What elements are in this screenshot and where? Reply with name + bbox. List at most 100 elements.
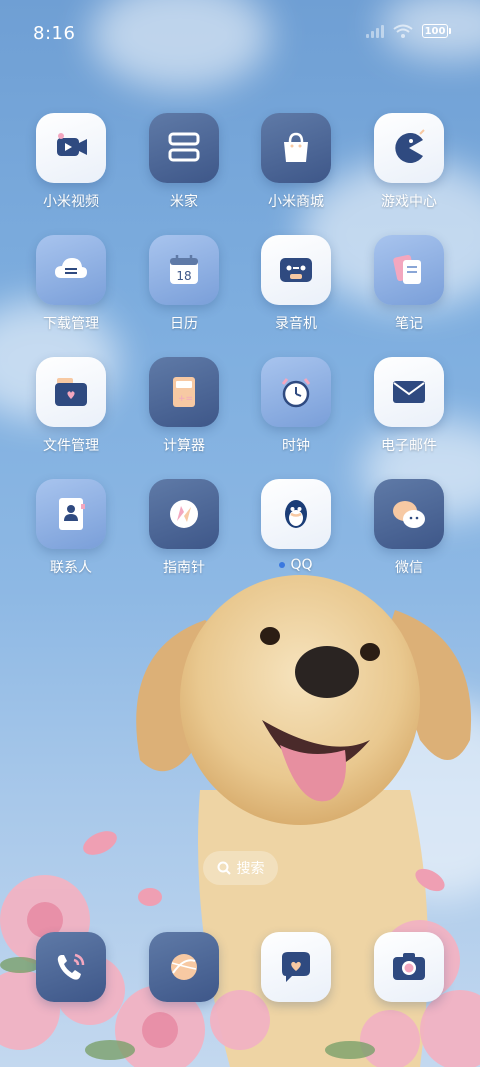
notes-app-icon[interactable] (374, 235, 444, 305)
phone-app-icon[interactable] (36, 932, 106, 1002)
cloud-download-icon (55, 258, 87, 278)
app-12[interactable]: 电子邮件 (359, 357, 459, 455)
app-label: 下载管理 (43, 313, 99, 333)
new-badge-dot (279, 562, 286, 568)
app-label-text: 笔记 (395, 316, 423, 332)
app-15[interactable]: QQ (246, 479, 346, 573)
app-label-text: 时钟 (282, 438, 310, 454)
search-icon (217, 861, 231, 875)
search-label: 搜索 (236, 861, 265, 877)
app-label-text: 计算器 (163, 438, 205, 454)
notes-icon (393, 254, 421, 284)
alarm-clock-app-icon[interactable] (261, 357, 331, 427)
calendar-day-number: 18 (176, 269, 191, 283)
calendar-icon: 18 (170, 255, 198, 284)
dock-item-3[interactable] (246, 932, 346, 1002)
app-label-text: 日历 (170, 316, 198, 332)
mijia-icon (168, 132, 200, 162)
shopping-bag-app-icon[interactable] (261, 113, 331, 183)
app-label-text: 下载管理 (43, 316, 99, 332)
app-11[interactable]: 时钟 (246, 357, 346, 455)
tape-recorder-app-icon[interactable] (261, 235, 331, 305)
app-label: 录音机 (275, 313, 317, 333)
app-label: 计算器 (163, 435, 205, 455)
battery-icon: 100 (422, 24, 451, 38)
video-camera-app-icon[interactable] (36, 113, 106, 183)
app-8[interactable]: 笔记 (359, 235, 459, 333)
mijia-app-icon[interactable] (149, 113, 219, 183)
app-label-text: 电子邮件 (381, 438, 437, 454)
pacman-icon (395, 129, 425, 163)
dock-item-1[interactable] (21, 932, 121, 1002)
app-label: 指南针 (163, 557, 205, 577)
contacts-app-icon[interactable] (36, 479, 106, 549)
app-label: 小米视频 (43, 191, 99, 211)
compass-icon (170, 500, 198, 528)
app-2[interactable]: 米家 (134, 113, 234, 211)
app-4[interactable]: 游戏中心 (359, 113, 459, 211)
app-label: 文件管理 (43, 435, 99, 455)
calendar-app-icon[interactable]: 18 (149, 235, 219, 305)
app-3[interactable]: 小米商城 (246, 113, 346, 211)
search-button[interactable]: 搜索 (203, 851, 278, 885)
app-label-text: 指南针 (163, 560, 205, 576)
calculator-app-icon[interactable]: += (149, 357, 219, 427)
app-label-text: 文件管理 (43, 438, 99, 454)
app-6[interactable]: 18 日历 (134, 235, 234, 333)
browser-icon (171, 954, 197, 980)
qq-penguin-app-icon[interactable] (261, 479, 331, 549)
shopping-bag-icon (284, 132, 308, 162)
app-label-text: QQ (290, 557, 313, 573)
mail-app-icon[interactable] (374, 357, 444, 427)
messages-icon (282, 952, 310, 982)
app-9[interactable]: 文件管理 (21, 357, 121, 455)
app-label: 小米商城 (268, 191, 324, 211)
signal-icon (366, 24, 384, 38)
app-label: 日历 (170, 313, 198, 333)
app-label-text: 游戏中心 (381, 194, 437, 210)
tape-recorder-icon (280, 258, 312, 282)
app-1[interactable]: 小米视频 (21, 113, 121, 211)
app-label-text: 录音机 (275, 316, 317, 332)
app-label: 米家 (170, 191, 198, 211)
app-label: 游戏中心 (381, 191, 437, 211)
alarm-clock-icon (281, 378, 311, 408)
pacman-app-icon[interactable] (374, 113, 444, 183)
wifi-icon (393, 24, 413, 38)
mail-icon (393, 381, 425, 403)
app-10[interactable]: += 计算器 (134, 357, 234, 455)
browser-app-icon[interactable] (149, 932, 219, 1002)
folder-icon (55, 378, 87, 406)
wechat-app-icon[interactable] (374, 479, 444, 549)
app-13[interactable]: 联系人 (21, 479, 121, 577)
video-camera-icon (57, 133, 87, 156)
camera-icon (393, 953, 425, 980)
app-label-text: 联系人 (50, 560, 92, 576)
app-5[interactable]: 下载管理 (21, 235, 121, 333)
app-label: 时钟 (282, 435, 310, 455)
app-label: 微信 (395, 557, 423, 577)
dock-item-2[interactable] (134, 932, 234, 1002)
app-14[interactable]: 指南针 (134, 479, 234, 577)
folder-app-icon[interactable] (36, 357, 106, 427)
compass-app-icon[interactable] (149, 479, 219, 549)
app-7[interactable]: 录音机 (246, 235, 346, 333)
svg-text:+=: += (178, 394, 193, 404)
app-label-text: 小米视频 (43, 194, 99, 210)
camera-app-icon[interactable] (374, 932, 444, 1002)
app-16[interactable]: 微信 (359, 479, 459, 577)
app-label-text: 微信 (395, 560, 423, 576)
phone-icon (57, 953, 85, 980)
app-label-text: 小米商城 (268, 194, 324, 210)
qq-penguin-icon (285, 500, 307, 528)
app-label: 笔记 (395, 313, 423, 333)
app-label-text: 米家 (170, 194, 198, 210)
messages-app-icon[interactable] (261, 932, 331, 1002)
status-bar: 8:16 100 (0, 0, 480, 66)
cloud-download-app-icon[interactable] (36, 235, 106, 305)
app-label: QQ (279, 557, 313, 573)
app-label: 电子邮件 (381, 435, 437, 455)
calculator-icon: += (173, 377, 195, 407)
clock-time: 8:16 (33, 23, 76, 44)
dock-item-4[interactable] (359, 932, 459, 1002)
